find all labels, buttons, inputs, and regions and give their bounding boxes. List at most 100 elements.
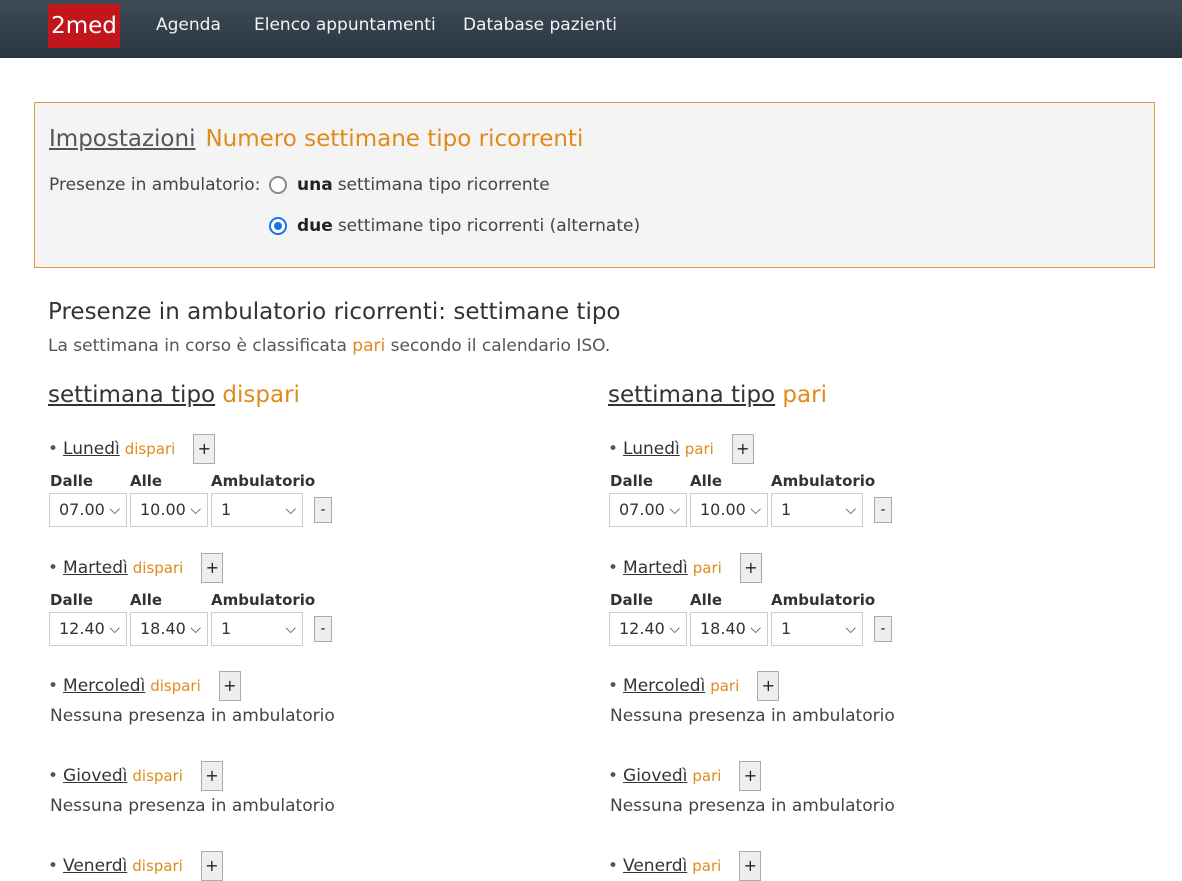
day-row-mercoledì: • Mercoledì pari + bbox=[608, 671, 780, 701]
no-presence-text: Nessuna presenza in ambulatorio bbox=[50, 796, 335, 816]
select-value: 18.40 bbox=[140, 619, 186, 638]
day-link[interactable]: Venerdì bbox=[623, 856, 687, 876]
bullet: • bbox=[608, 766, 619, 786]
day-parity: dispari bbox=[150, 677, 201, 695]
day-parity: pari bbox=[692, 857, 722, 875]
room-select[interactable]: 1 ⌵ bbox=[211, 612, 303, 646]
from-select[interactable]: 07.00 ⌵ bbox=[609, 493, 687, 527]
room-select[interactable]: 1 ⌵ bbox=[771, 493, 863, 527]
week-title-even: settimana tipo pari bbox=[608, 382, 827, 408]
settings-panel: Impostazioni Numero settimane tipo ricorr… bbox=[34, 102, 1155, 268]
select-value: 1 bbox=[781, 619, 792, 638]
add-slot-button[interactable]: + bbox=[193, 434, 216, 464]
day-link[interactable]: Mercoledì bbox=[63, 676, 145, 696]
day-row-lunedì: • Lunedì dispari + bbox=[48, 434, 216, 464]
add-slot-button[interactable]: + bbox=[201, 553, 224, 583]
remove-slot-button[interactable]: - bbox=[874, 616, 892, 642]
chevron-down-icon: ⌵ bbox=[845, 502, 856, 518]
add-slot-button[interactable]: + bbox=[218, 671, 241, 701]
from-select[interactable]: 12.40 ⌵ bbox=[49, 612, 127, 646]
radio-one-week[interactable] bbox=[269, 176, 287, 194]
app-logo[interactable]: 2med bbox=[48, 4, 120, 48]
day-link[interactable]: Lunedì bbox=[63, 439, 120, 459]
bullet: • bbox=[48, 766, 59, 786]
header-to: Alle bbox=[130, 472, 163, 490]
remove-slot-button[interactable]: - bbox=[314, 616, 332, 642]
radio-two-weeks[interactable] bbox=[269, 217, 287, 235]
bullet: • bbox=[608, 439, 619, 459]
nav-agenda[interactable]: Agenda bbox=[156, 15, 221, 35]
to-select[interactable]: 10.00 ⌵ bbox=[130, 493, 208, 527]
day-link[interactable]: Giovedì bbox=[63, 766, 127, 786]
day-link[interactable]: Mercoledì bbox=[623, 676, 705, 696]
from-select[interactable]: 07.00 ⌵ bbox=[49, 493, 127, 527]
day-parity: dispari bbox=[124, 440, 176, 458]
nav-elenco-appuntamenti[interactable]: Elenco appuntamenti bbox=[254, 15, 436, 35]
settings-heading: Impostazioni Numero settimane tipo ricorr… bbox=[49, 126, 583, 152]
select-value: 1 bbox=[221, 500, 232, 519]
day-link[interactable]: Martedì bbox=[623, 558, 688, 578]
header-to: Alle bbox=[690, 591, 723, 609]
day-row-martedì: • Martedì dispari + bbox=[48, 553, 224, 583]
chevron-down-icon: ⌵ bbox=[285, 502, 296, 518]
remove-slot-button[interactable]: - bbox=[314, 497, 332, 523]
bullet: • bbox=[48, 558, 59, 578]
header-room: Ambulatorio bbox=[771, 591, 876, 609]
to-select[interactable]: 18.40 ⌵ bbox=[130, 612, 208, 646]
presence-label: Presenze in ambulatorio: bbox=[49, 175, 261, 195]
add-slot-button[interactable]: + bbox=[739, 761, 762, 791]
day-row-lunedì: • Lunedì pari + bbox=[608, 434, 754, 464]
chevron-down-icon: ⌵ bbox=[750, 621, 761, 637]
day-link[interactable]: Martedì bbox=[63, 558, 128, 578]
add-slot-button[interactable]: + bbox=[739, 553, 762, 583]
room-select[interactable]: 1 ⌵ bbox=[211, 493, 303, 527]
bullet: • bbox=[608, 676, 619, 696]
chevron-down-icon: ⌵ bbox=[190, 502, 201, 518]
option-two-bold: due bbox=[297, 216, 333, 236]
add-slot-button[interactable]: + bbox=[757, 671, 780, 701]
week-title-odd: settimana tipo dispari bbox=[48, 382, 300, 408]
select-value: 1 bbox=[781, 500, 792, 519]
option-one-week[interactable]: una settimana tipo ricorrente bbox=[269, 175, 550, 195]
to-select[interactable]: 18.40 ⌵ bbox=[690, 612, 768, 646]
chevron-down-icon: ⌵ bbox=[190, 621, 201, 637]
week-title-link[interactable]: settimana tipo bbox=[608, 382, 775, 408]
day-link[interactable]: Venerdì bbox=[63, 856, 127, 876]
day-parity: dispari bbox=[132, 857, 183, 875]
from-select[interactable]: 12.40 ⌵ bbox=[609, 612, 687, 646]
day-row-giovedì: • Giovedì dispari + bbox=[48, 761, 223, 791]
no-presence-text: Nessuna presenza in ambulatorio bbox=[610, 796, 895, 816]
week-title-parity: dispari bbox=[215, 382, 300, 408]
remove-slot-button[interactable]: - bbox=[874, 497, 892, 523]
select-value: 18.40 bbox=[700, 619, 746, 638]
day-link[interactable]: Giovedì bbox=[623, 766, 687, 786]
header-from: Dalle bbox=[50, 472, 94, 490]
header-from: Dalle bbox=[50, 591, 94, 609]
chevron-down-icon: ⌵ bbox=[109, 621, 120, 637]
day-parity: pari bbox=[692, 767, 722, 785]
day-row-mercoledì: • Mercoledì dispari + bbox=[48, 671, 241, 701]
header-to: Alle bbox=[690, 472, 723, 490]
section-title: Presenze in ambulatorio ricorrenti: sett… bbox=[48, 299, 621, 325]
option-one-text: settimana tipo ricorrente bbox=[337, 175, 550, 195]
day-row-giovedì: • Giovedì pari + bbox=[608, 761, 762, 791]
day-parity: pari bbox=[692, 559, 722, 577]
select-value: 10.00 bbox=[140, 500, 186, 519]
bullet: • bbox=[608, 558, 619, 578]
day-link[interactable]: Lunedì bbox=[623, 439, 680, 459]
settings-link[interactable]: Impostazioni bbox=[49, 126, 195, 152]
bullet: • bbox=[48, 676, 59, 696]
week-title-link[interactable]: settimana tipo bbox=[48, 382, 215, 408]
bullet: • bbox=[608, 856, 619, 876]
day-parity: dispari bbox=[132, 767, 183, 785]
to-select[interactable]: 10.00 ⌵ bbox=[690, 493, 768, 527]
top-navbar: 2med Agenda Elenco appuntamenti Database… bbox=[0, 0, 1182, 58]
add-slot-button[interactable]: + bbox=[200, 761, 223, 791]
add-slot-button[interactable]: + bbox=[731, 434, 754, 464]
header-room: Ambulatorio bbox=[211, 591, 316, 609]
option-two-weeks[interactable]: due settimane tipo ricorrenti (alternate… bbox=[269, 216, 640, 236]
room-select[interactable]: 1 ⌵ bbox=[771, 612, 863, 646]
nav-database-pazienti[interactable]: Database pazienti bbox=[463, 15, 617, 35]
section-note: La settimana in corso è classificata par… bbox=[48, 336, 610, 356]
header-from: Dalle bbox=[610, 591, 654, 609]
